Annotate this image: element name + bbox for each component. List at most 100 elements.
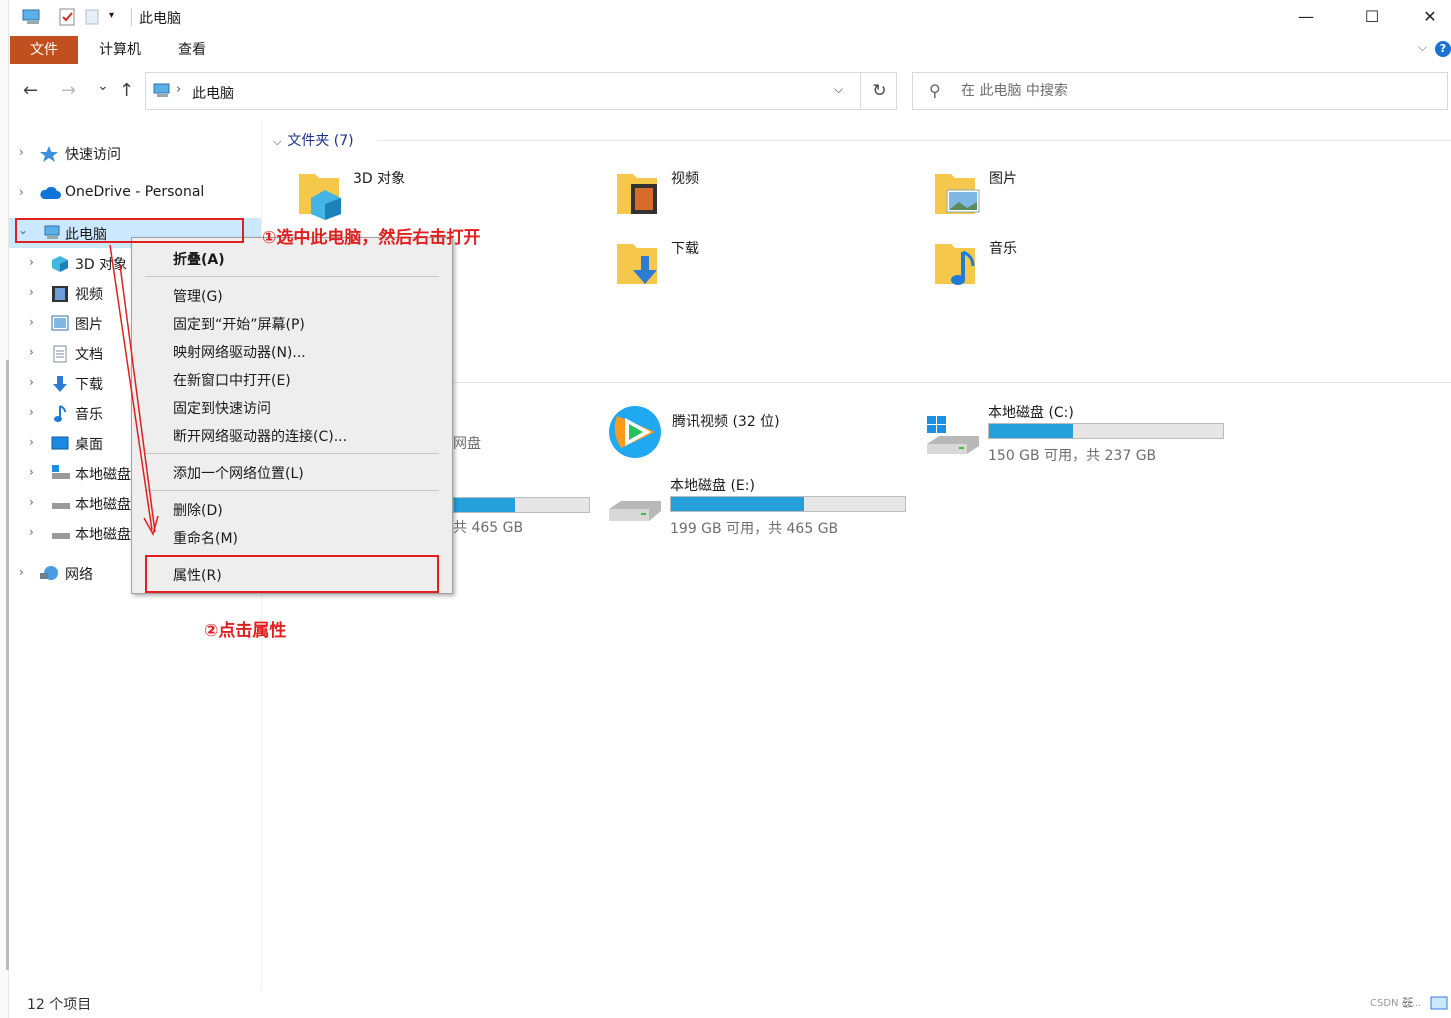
menu-item-manage[interactable]: 管理(G) [173,286,223,306]
tab-file[interactable]: 文件 [10,36,78,64]
usage-fill [671,497,805,511]
help-icon[interactable]: ? [1435,41,1451,57]
chevron-right-icon[interactable]: › [19,145,24,159]
recent-locations-button[interactable]: ⌄ [97,78,109,94]
sidebar-item-onedrive[interactable]: › OneDrive - Personal [9,178,261,208]
partial-drive-label: 网盘 [453,436,481,452]
chevron-right-icon[interactable]: › [29,465,34,479]
breadcrumb-this-pc[interactable]: 此电脑 [192,83,234,103]
music-note-icon [53,405,67,427]
chevron-right-icon[interactable]: › [29,435,34,449]
file-explorer-window: ▾ 此电脑 — ☐ ✕ 文件 计算机 查看 ⌵ ? ← → ⌄ ↑ › 此电脑 … [0,0,1451,1018]
chevron-right-icon[interactable]: › [29,375,34,389]
menu-item-pin-to-start[interactable]: 固定到“开始”屏幕(P) [173,314,305,334]
folder-3d-objects[interactable]: 3D 对象 [297,168,597,228]
search-icon: ⚲ [929,81,941,100]
download-arrow-icon [51,375,69,397]
expand-ribbon-icon[interactable]: ⌵ [1418,40,1427,55]
menu-item-collapse[interactable]: 折叠(A) [173,249,225,269]
minimize-button[interactable]: — [1277,0,1335,32]
search-input[interactable] [961,81,1421,101]
folder-label: 视频 [671,171,699,187]
chevron-right-icon[interactable]: › [29,255,34,269]
menu-item-open-new-window[interactable]: 在新窗口中打开(E) [173,370,291,390]
tab-view[interactable]: 查看 [169,36,215,64]
sidebar-item-label: 快速访问 [65,147,121,163]
window-title: 此电脑 [139,11,181,27]
chevron-right-icon[interactable]: › [19,565,24,579]
film-icon [51,285,69,307]
ribbon: 文件 计算机 查看 ⌵ ? [9,34,1451,64]
chevron-right-icon[interactable]: › [29,495,34,509]
large-icons-view-icon[interactable] [1430,996,1448,1014]
sidebar-item-label: 文档 [75,347,103,363]
sidebar-item-label: 桌面 [75,437,103,453]
windows-drive-icon [925,416,981,462]
sidebar-item-label: 网络 [65,567,93,583]
drive-free-space: 199 GB 可用，共 465 GB [670,521,839,537]
annotation-step1: ①选中此电脑，然后右击打开 [262,228,481,248]
status-item-count: 12 个项目 [27,997,92,1013]
computer-icon [21,8,43,30]
menu-item-rename[interactable]: 重命名(M) [173,528,238,548]
folder-music[interactable]: 音乐 [933,238,1233,298]
drive-icon [51,525,71,545]
forward-button[interactable]: → [61,80,76,101]
drive-label: 本地磁盘 (E:) [670,478,755,494]
folder-download-icon [615,238,663,294]
chevron-right-icon[interactable]: › [29,525,34,539]
folders-group-title: 文件夹 (7) [287,133,354,149]
folders-group-header[interactable]: ⌵ 文件夹 (7) [273,130,1451,150]
refresh-button[interactable]: ↻ [860,73,898,109]
folder-picture-icon [933,168,981,224]
breadcrumb-separator[interactable]: › [176,82,181,97]
drive-local-disk-c[interactable]: 本地磁盘 (C:) 150 GB 可用，共 237 GB [923,402,1233,472]
cube-icon [51,255,69,277]
menu-item-disconnect-network-drive[interactable]: 断开网络驱动器的连接(C)... [173,426,347,446]
chevron-down-icon[interactable]: ⌵ [273,135,281,148]
folder-video-icon [615,168,663,224]
computer-icon [152,83,172,103]
menu-item-pin-quick-access[interactable]: 固定到快速访问 [173,398,271,418]
address-dropdown-icon[interactable]: ⌵ [834,82,843,97]
drive-icon [51,495,71,515]
maximize-button[interactable]: ☐ [1343,0,1401,32]
folder-label: 3D 对象 [353,171,406,187]
chevron-right-icon[interactable]: › [29,285,34,299]
chevron-right-icon[interactable]: › [29,405,34,419]
network-icon [39,565,61,587]
menu-separator [145,453,439,454]
customize-dropdown-icon[interactable]: ▾ [109,10,114,21]
sidebar-item-label: 下载 [75,377,103,393]
drive-tencent-video[interactable]: 腾讯视频 (32 位) [605,402,915,472]
back-button[interactable]: ← [23,80,38,101]
address-bar[interactable]: › 此电脑 ⌵ ↻ [145,72,897,110]
new-folder-icon[interactable] [85,8,99,30]
navigation-bar: ← → ⌄ ↑ › 此电脑 ⌵ ↻ ⚲ [9,72,1451,112]
up-button[interactable]: ↑ [119,80,134,101]
annotation-step2: ②点击属性 [204,621,287,641]
search-box[interactable]: ⚲ [912,72,1448,110]
folder-videos[interactable]: 视频 [615,168,915,228]
sidebar-item-label: OneDrive - Personal [65,184,205,200]
cloud-icon [39,185,61,205]
chevron-right-icon[interactable]: › [29,315,34,329]
close-button[interactable]: ✕ [1401,0,1451,32]
tencent-video-icon [605,402,667,464]
sidebar-item-quick-access[interactable]: › 快速访问 [9,138,261,168]
chevron-right-icon[interactable]: › [19,185,24,199]
folder-downloads[interactable]: 下载 [615,238,915,298]
details-view-icon[interactable]: ☷ [1402,996,1414,1011]
menu-item-delete[interactable]: 删除(D) [173,500,223,520]
chevron-right-icon[interactable]: › [29,345,34,359]
folder-label: 下载 [671,241,699,257]
drive-local-disk-e[interactable]: 本地磁盘 (E:) 199 GB 可用，共 465 GB [605,475,915,545]
folder-pictures[interactable]: 图片 [933,168,1233,228]
folder-3d-icon [297,168,345,224]
properties-icon[interactable] [59,8,75,30]
usage-fill [454,498,515,512]
menu-item-map-network-drive[interactable]: 映射网络驱动器(N)... [173,342,306,362]
menu-item-add-network-location[interactable]: 添加一个网络位置(L) [173,463,304,483]
tab-computer[interactable]: 计算机 [89,36,151,64]
sidebar-item-label: 视频 [75,287,103,303]
